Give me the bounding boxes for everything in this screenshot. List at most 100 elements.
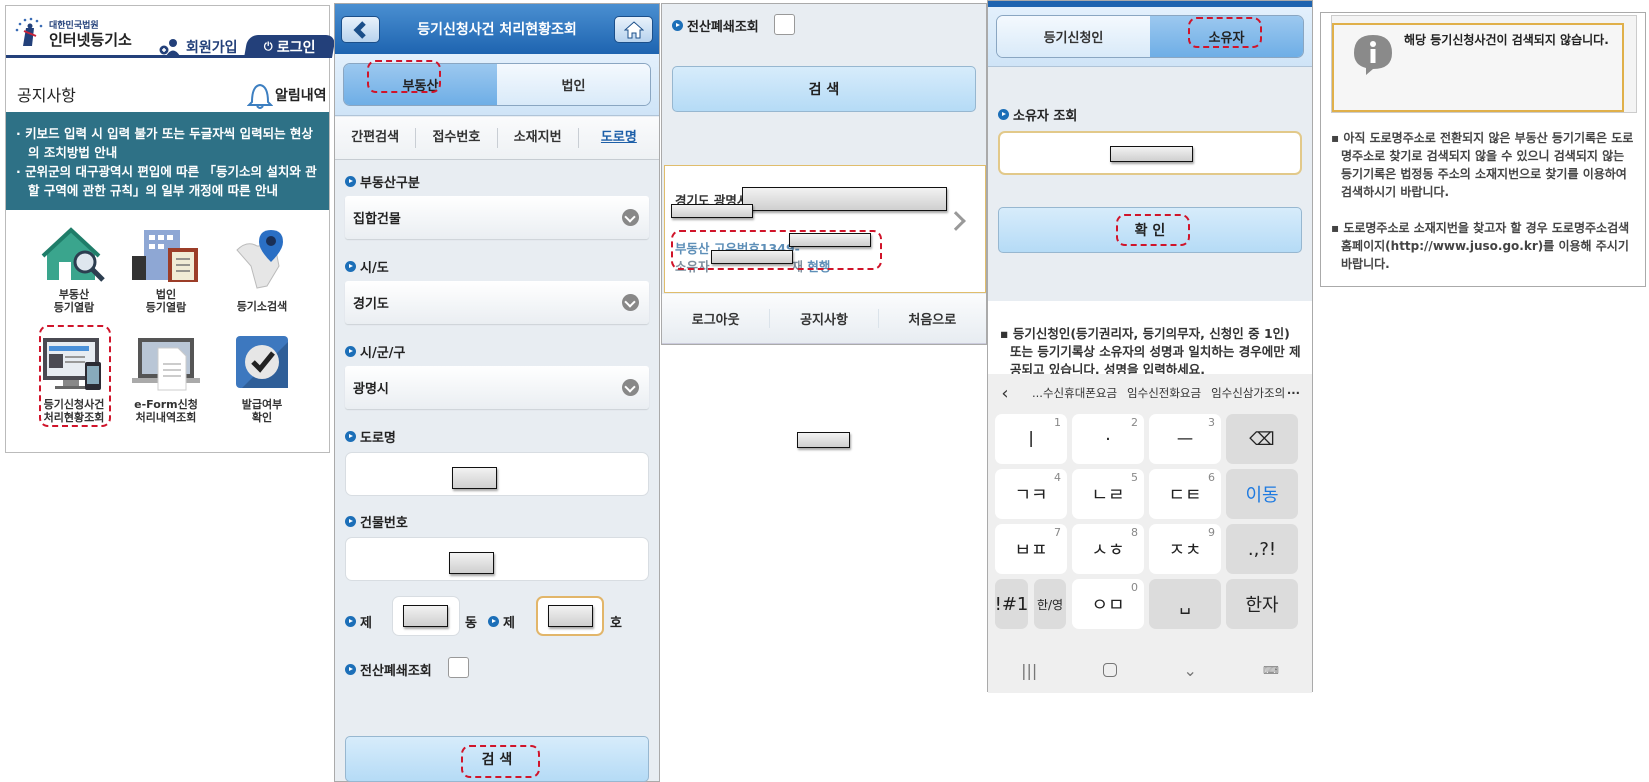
bullet-icon — [672, 20, 683, 31]
logout-link[interactable]: 로그아웃 — [662, 309, 771, 328]
sigungu-select[interactable]: 광명시 — [345, 366, 649, 409]
top-bar: 등기신청사건 처리현황조회 — [335, 4, 659, 54]
keyboard-key[interactable]: · 2 — [1072, 414, 1144, 464]
road-name-input[interactable] — [345, 452, 649, 496]
closed-record-checkbox[interactable] — [774, 14, 795, 35]
owner-query-label: 소유자 조회 — [998, 105, 1077, 124]
site-header: 대한민국법원 인터넷등기소 회원가입 ⏻ 로그인 — [6, 6, 337, 58]
menu-issuance-check[interactable]: 발급여부 확인 — [217, 334, 307, 424]
tab-lot-number[interactable]: 소재지번 — [498, 128, 579, 148]
bullet-icon — [345, 616, 356, 627]
keyboard-key[interactable]: ㅅㅎ 8 — [1072, 524, 1144, 574]
user-add-icon — [159, 39, 180, 56]
join-button[interactable]: 회원가입 — [158, 37, 238, 57]
property-type-select[interactable]: 집합건물 — [345, 196, 649, 239]
sido-label: 시/도 — [345, 257, 389, 276]
note-item: ▪ 아직 도로명주소로 전환되지 않은 부동산 등기기록은 도로명주소로 찾기로… — [1331, 131, 1634, 199]
alert-message: 해당 등기신청사건이 검색되지 않습니다. — [1404, 33, 1609, 47]
laptop-document-icon — [132, 338, 200, 391]
home-icon — [623, 20, 644, 38]
keyboard-key[interactable]: ⌫ — [1226, 414, 1298, 464]
space-key[interactable]: ␣ — [1149, 579, 1221, 629]
tab-receipt-number[interactable]: 접수번호 — [416, 128, 498, 148]
keyboard-key[interactable]: ㄱㅋ 4 — [995, 469, 1067, 519]
case-search-form-panel: 등기신청사건 처리현황조회 부동산 법인 간편검색 접수번호 소재지번 도로명 … — [334, 3, 660, 782]
map-pin-icon — [236, 230, 283, 289]
chevron-down-icon — [622, 209, 639, 226]
keyboard-key[interactable]: ㅡ3 — [1149, 414, 1221, 464]
highlight-marker — [39, 325, 111, 427]
redacted-value — [452, 467, 497, 489]
keyboard-key[interactable]: ㅈㅊ 9 — [1149, 524, 1221, 574]
chevron-right-icon — [946, 211, 966, 231]
keyboard-key[interactable]: 이동 — [1226, 469, 1298, 519]
lookup-type-segment: 등기신청인 소유자 — [988, 7, 1312, 67]
closed-record-checkbox[interactable] — [448, 657, 469, 678]
notice-link[interactable]: 공지사항 — [770, 309, 879, 328]
footer-nav: 로그아웃 공지사항 처음으로 — [662, 294, 986, 344]
highlight-marker — [671, 230, 882, 270]
result-item[interactable]: 경기도 광명시 부동산 고유번호1349- 소유자 재 현행 — [664, 165, 986, 293]
bullet-icon — [488, 616, 499, 627]
search-button[interactable]: 검 색 — [672, 66, 976, 112]
page-title: 등기신청사건 처리현황조회 — [417, 22, 577, 38]
symbols-key[interactable]: !#1 — [995, 579, 1028, 629]
bullet-icon — [345, 346, 356, 357]
sido-select[interactable]: 경기도 — [345, 281, 649, 324]
redacted-value — [403, 605, 448, 627]
dong-label: 제 — [345, 612, 372, 631]
tab-road-name[interactable]: 도로명 — [579, 128, 659, 148]
chevron-down-icon[interactable]: ⌄ — [1183, 661, 1196, 680]
guidance-notes: ▪ 아직 도로명주소로 전환되지 않은 부동산 등기기록은 도로명주소로 찾기로… — [1331, 129, 1636, 291]
keyboard-key[interactable]: ㅂㅍ 7 — [995, 524, 1067, 574]
login-button[interactable]: ⏻ 로그인 — [243, 35, 337, 58]
alarm-history-button[interactable]: 알림내역 — [247, 80, 327, 110]
keyboard-icon[interactable]: ⌨ — [1263, 664, 1279, 677]
menu-eform-history[interactable]: e-Form신청 처리내역조회 — [121, 334, 211, 424]
keyboard-key[interactable]: ㄴㄹ 5 — [1072, 469, 1144, 519]
redacted-value — [449, 552, 494, 574]
sigungu-label: 시/군/구 — [345, 342, 405, 361]
bullet-icon — [345, 261, 356, 272]
redacted-value — [797, 432, 850, 448]
tab-simple-search[interactable]: 간편검색 — [335, 128, 417, 148]
property-type-label: 부동산구분 — [345, 172, 420, 191]
keyboard-key[interactable]: ㄷㅌ 6 — [1149, 469, 1221, 519]
search-result-panel: 전산폐쇄조회 검 색 경기도 광명시 부동산 고유번호1349- 소유자 재 현행… — [661, 3, 987, 345]
building-number-label: 건물번호 — [345, 512, 408, 531]
notice-item[interactable]: · 군위군의 대구광역시 편입에 따른 「등기소의 설치와 관할 구역에 관한 … — [16, 162, 319, 200]
menu-real-estate-view[interactable]: 부동산 등기열람 — [29, 226, 119, 314]
suggestion-item[interactable]: 임수신삼가조의 — [1211, 385, 1285, 401]
hanja-key[interactable]: 한자 — [1226, 579, 1298, 629]
home-link[interactable]: 처음으로 — [879, 309, 986, 328]
redacted-value — [1110, 146, 1193, 162]
keyboard-key[interactable]: .,?! — [1226, 524, 1298, 574]
power-icon: ⏻ — [264, 39, 274, 53]
suggestion-item[interactable]: ...수신휴대폰요금 — [1032, 385, 1117, 401]
home-button[interactable] — [614, 16, 653, 43]
segment-corporation[interactable]: 법인 — [497, 64, 650, 105]
keyboard-key[interactable]: ㅇㅁ 0 — [1072, 579, 1144, 629]
menu-corporation-view[interactable]: 법인 등기열람 — [121, 226, 211, 314]
keyboard-key[interactable]: ㅣ1 — [995, 414, 1067, 464]
logo-title[interactable]: 인터넷등기소 — [49, 29, 132, 50]
notice-item[interactable]: · 키보드 입력 시 입력 불가 또는 두글자씩 입력되는 현상의 조치방법 안… — [16, 124, 319, 162]
building-number-input[interactable] — [345, 537, 649, 581]
road-name-label: 도로명 — [345, 427, 396, 446]
language-toggle-key[interactable]: 한/영 — [1034, 579, 1066, 629]
menu-registry-office-search[interactable]: 등기소검색 — [217, 226, 307, 313]
highlight-marker — [1116, 214, 1190, 246]
notice-title: 공지사항 — [17, 86, 76, 105]
bell-icon — [247, 83, 273, 109]
segment-applicant[interactable]: 등기신청인 — [997, 16, 1150, 57]
chevron-left-icon[interactable]: ‹ — [988, 383, 1022, 404]
highlight-marker — [367, 60, 441, 93]
more-icon[interactable]: ··· — [1287, 386, 1300, 400]
suggestion-item[interactable]: 임수신전화요금 — [1127, 385, 1201, 401]
highlight-marker — [1188, 17, 1262, 48]
recent-apps-icon[interactable]: ||| — [1021, 661, 1037, 680]
info-bubble-icon — [1354, 35, 1392, 75]
redacted-value — [742, 187, 947, 211]
home-circle-icon[interactable] — [1103, 663, 1118, 677]
court-logo-icon — [15, 17, 43, 46]
